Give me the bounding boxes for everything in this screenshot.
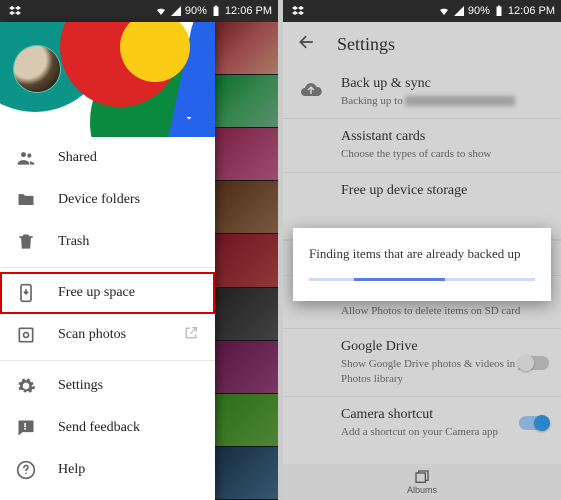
row-title: Camera shortcut	[341, 407, 547, 423]
sidebar-item-trash[interactable]: Trash	[0, 221, 215, 263]
progress-dialog: Finding items that are already backed up	[293, 228, 551, 301]
settings-row-camera-shortcut[interactable]: Camera shortcut Add a shortcut on your C…	[283, 397, 561, 449]
settings-row-google-drive[interactable]: Google Drive Show Google Drive photos & …	[283, 329, 561, 397]
page-title: Settings	[337, 34, 395, 55]
dropbox-icon	[9, 5, 21, 17]
sidebar-item-label: Send feedback	[58, 420, 140, 436]
row-title: Back up & sync	[341, 76, 547, 92]
sidebar-item-scan-photos[interactable]: Scan photos	[0, 314, 215, 356]
nav-albums[interactable]: Albums	[407, 469, 437, 495]
row-title: Google Drive	[341, 339, 547, 355]
sidebar-item-device-folders[interactable]: Device folders	[0, 179, 215, 221]
people-icon	[16, 148, 36, 168]
battery-pct: 90%	[185, 5, 207, 17]
wifi-icon	[155, 5, 167, 17]
settings-row-backup-sync[interactable]: Back up & sync Backing up to	[283, 66, 561, 119]
folder-icon	[16, 190, 36, 210]
row-subtitle: Show Google Drive photos & videos in you…	[341, 357, 547, 386]
navigation-drawer: Shared Device folders Trash Free up spac…	[0, 22, 215, 500]
battery-icon	[210, 5, 222, 17]
app-bar: Settings	[283, 22, 561, 66]
phone-storage-icon	[16, 283, 36, 303]
signal-icon	[170, 5, 182, 17]
row-title: Free up device storage	[341, 183, 547, 199]
gear-icon	[16, 376, 36, 396]
row-subtitle: Add a shortcut on your Camera app	[341, 425, 547, 439]
menu-separator	[0, 360, 215, 361]
google-drive-toggle[interactable]	[519, 356, 549, 370]
sidebar-item-send-feedback[interactable]: Send feedback	[0, 407, 215, 449]
progress-bar	[309, 278, 535, 281]
nav-label: Albums	[407, 485, 437, 495]
battery-icon	[493, 5, 505, 17]
help-icon	[16, 460, 36, 480]
row-subtitle: Allow Photos to delete items on SD card	[341, 304, 547, 318]
sidebar-item-label: Trash	[58, 234, 89, 250]
dialog-message: Finding items that are already backed up	[309, 244, 535, 264]
sidebar-item-label: Help	[58, 462, 85, 478]
row-subtitle	[341, 201, 547, 230]
sidebar-item-shared[interactable]: Shared	[0, 137, 215, 179]
row-title: Assistant cards	[341, 129, 547, 145]
settings-row-assistant-cards[interactable]: Assistant cards Choose the types of card…	[283, 119, 561, 172]
clock: 12:06 PM	[225, 5, 272, 17]
sidebar-item-label: Settings	[58, 378, 103, 394]
open-external-icon	[183, 325, 199, 346]
sidebar-item-settings[interactable]: Settings	[0, 365, 215, 407]
scan-icon	[16, 325, 36, 345]
row-subtitle: Choose the types of cards to show	[341, 147, 547, 161]
feedback-icon	[16, 418, 36, 438]
status-bar-right: 90% 12:06 PM	[283, 0, 561, 22]
drawer-header	[0, 22, 215, 137]
status-bar-left: 90% 12:06 PM	[0, 0, 278, 22]
cloud-upload-icon	[299, 78, 323, 102]
menu-separator	[0, 267, 215, 268]
camera-shortcut-toggle[interactable]	[519, 416, 549, 430]
sidebar-item-free-up-space[interactable]: Free up space	[0, 272, 215, 314]
account-dropdown-icon[interactable]	[183, 111, 195, 129]
sidebar-item-help[interactable]: Help	[0, 449, 215, 491]
sidebar-item-label: Device folders	[58, 192, 140, 208]
sidebar-item-label: Shared	[58, 150, 97, 166]
dropbox-icon	[292, 5, 304, 17]
avatar[interactable]	[14, 46, 60, 92]
sidebar-item-label: Free up space	[58, 285, 135, 301]
clock: 12:06 PM	[508, 5, 555, 17]
wifi-icon	[438, 5, 450, 17]
redacted-email	[405, 96, 515, 106]
drawer-scrim[interactable]	[215, 22, 278, 500]
sidebar-item-label: Scan photos	[58, 327, 126, 343]
battery-pct: 90%	[468, 5, 490, 17]
back-button[interactable]	[297, 32, 317, 57]
bottom-nav: Albums	[283, 464, 561, 500]
row-subtitle: Backing up to	[341, 94, 547, 108]
signal-icon	[453, 5, 465, 17]
trash-icon	[16, 232, 36, 252]
